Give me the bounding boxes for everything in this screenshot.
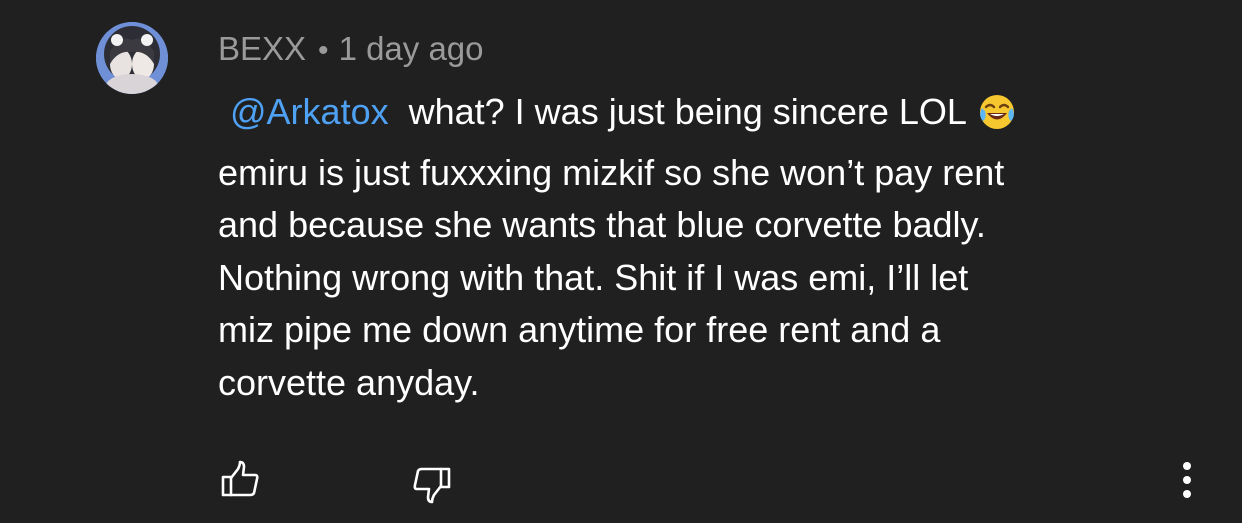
avatar-image — [96, 22, 168, 94]
comment-text-line-1: what? I was just being sincere LOL — [408, 91, 967, 132]
like-button[interactable] — [218, 458, 262, 500]
comment-line-1: @Arkatox what? I was just being sincere … — [218, 86, 1208, 147]
more-vertical-icon — [1183, 462, 1191, 498]
thumbs-down-icon — [413, 467, 451, 504]
comment-text-line-4: Nothing wrong with that. Shit if I was e… — [218, 256, 969, 298]
author-name[interactable]: BEXX — [218, 30, 306, 67]
comment-timestamp[interactable]: 1 day ago — [339, 30, 484, 67]
mention-link[interactable]: @Arkatox — [230, 91, 389, 132]
comment-text-line-6: corvette anyday. — [218, 361, 480, 403]
more-actions-button[interactable] — [1170, 458, 1204, 502]
dislike-button[interactable] — [408, 464, 456, 506]
comment-text-line-3: and because she wants that blue corvette… — [218, 204, 986, 245]
avatar[interactable] — [96, 22, 168, 94]
comment-meta: BEXX • 1 day ago — [218, 28, 484, 72]
meta-separator: • — [318, 34, 329, 67]
thumbs-up-icon — [221, 460, 259, 497]
comment-text-line-2: emiru is just fuxxxing mizkif so she won… — [218, 151, 1005, 193]
face-with-tears-of-joy-icon — [977, 92, 1017, 147]
comment-body: @Arkatox what? I was just being sincere … — [218, 86, 1208, 409]
comment-text-line-5: miz pipe me down anytime for free rent a… — [218, 309, 941, 350]
